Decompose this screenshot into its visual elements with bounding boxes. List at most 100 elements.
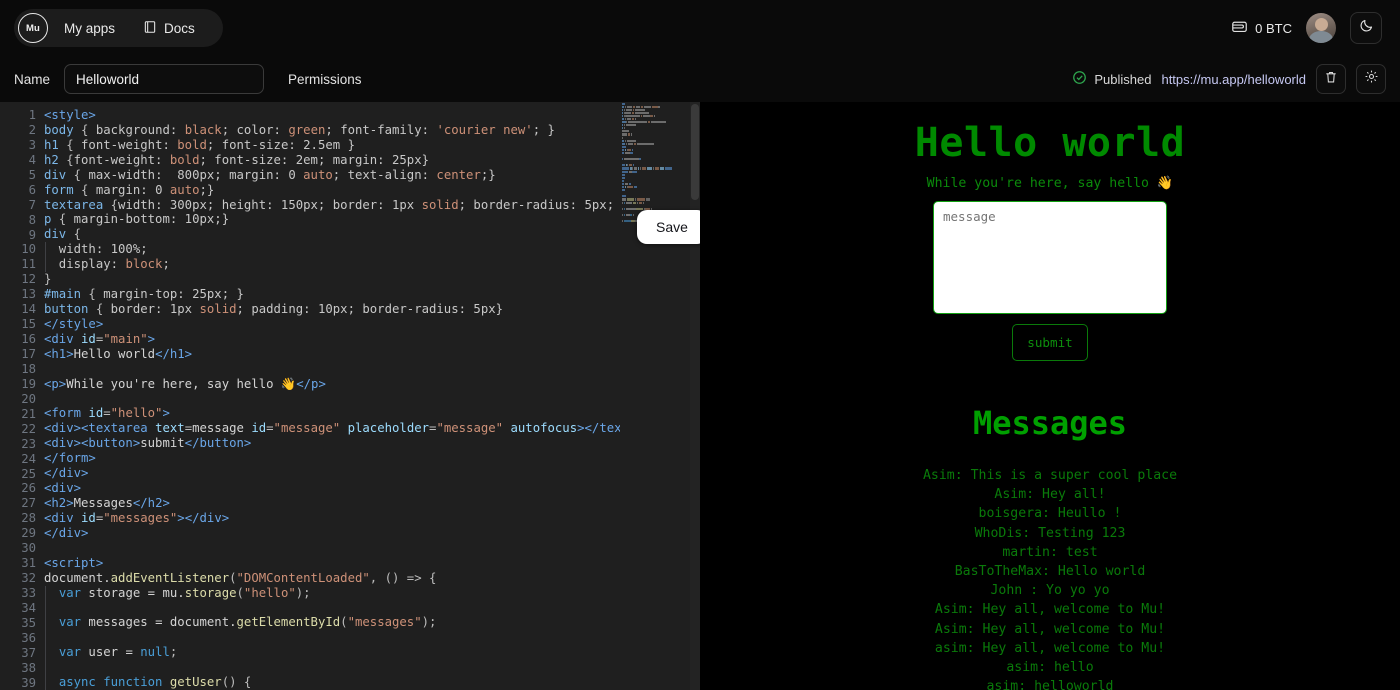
code-line[interactable]: <div><textarea text=message id="message"… bbox=[44, 421, 688, 436]
code-token: ( bbox=[340, 615, 348, 630]
code-line[interactable] bbox=[44, 660, 624, 675]
nav-item-docs[interactable]: Docs bbox=[131, 14, 207, 43]
line-number: 1 bbox=[28, 108, 36, 122]
code-line[interactable] bbox=[44, 362, 624, 377]
code-line[interactable]: div { max-width: 800px; margin: 0 auto; … bbox=[44, 168, 624, 183]
code-token: </p> bbox=[296, 376, 326, 391]
settings-button[interactable] bbox=[1356, 64, 1386, 94]
code-line[interactable]: <style> bbox=[44, 108, 624, 123]
avatar[interactable] bbox=[1306, 13, 1336, 43]
code-line[interactable]: async function getUser() { bbox=[44, 675, 624, 690]
mu-logo-icon[interactable]: Mu bbox=[18, 13, 48, 43]
code-line[interactable]: <div> bbox=[44, 481, 624, 496]
balance-label: 0 BTC bbox=[1255, 20, 1292, 36]
code-line[interactable]: div { bbox=[44, 227, 624, 242]
code-line[interactable]: </form> bbox=[44, 451, 624, 466]
code-line[interactable] bbox=[44, 600, 624, 616]
code-line[interactable]: document.addEventListener("DOMContentLoa… bbox=[44, 571, 624, 586]
scrollbar-thumb[interactable] bbox=[691, 104, 699, 200]
code-line[interactable]: width: 100%; bbox=[44, 242, 624, 258]
code-line[interactable]: </div> bbox=[44, 526, 624, 541]
code-editor-panel[interactable]: 1 2 3 4 5 6 7 8 9 10 11 12 13 14 15 16 17 18 19 20 21 22 23 24 2… bbox=[0, 102, 700, 690]
message-textarea[interactable] bbox=[933, 201, 1167, 314]
code-line[interactable]: <h1>Hello world</h1> bbox=[44, 347, 624, 362]
code-line[interactable]: #main { margin-top: 25px; } bbox=[44, 287, 624, 302]
code-line[interactable] bbox=[44, 630, 624, 646]
editor-vertical-scrollbar[interactable] bbox=[690, 102, 700, 690]
code-token: user = bbox=[81, 645, 141, 660]
code-token: margin-top: 25px; } bbox=[103, 287, 244, 302]
code-token: = bbox=[103, 406, 111, 421]
line-number: 11 bbox=[21, 257, 36, 272]
code-line[interactable] bbox=[44, 392, 624, 407]
line-number: 34 bbox=[21, 600, 36, 615]
code-token: { bbox=[88, 301, 111, 316]
code-line[interactable]: h2 {font-weight: bold; font-size: 2em; m… bbox=[44, 153, 624, 168]
code-line[interactable]: </style> bbox=[44, 317, 624, 332]
code-line[interactable]: <script> bbox=[44, 556, 624, 571]
code-line[interactable] bbox=[44, 541, 624, 556]
code-token: <div><textarea bbox=[44, 421, 156, 436]
code-token: ; bbox=[169, 645, 178, 660]
code-line[interactable]: } bbox=[44, 272, 624, 287]
code-line[interactable]: <h2>Messages</h2> bbox=[44, 496, 624, 511]
code-token: () { bbox=[221, 675, 252, 690]
code-token: border: 1px bbox=[110, 301, 200, 316]
code-token: = bbox=[184, 421, 193, 436]
editor-code-content[interactable]: <style> body { background: black; color: … bbox=[44, 108, 688, 690]
gear-icon bbox=[1364, 69, 1379, 89]
line-number: 13 bbox=[21, 287, 36, 302]
code-token: ; padding: 10px; border-radius: 5px} bbox=[236, 301, 504, 316]
message-item: Asim: Hey all, welcome to Mu! bbox=[934, 602, 1166, 618]
code-token: <div> bbox=[44, 481, 82, 496]
line-number: 27 bbox=[21, 496, 36, 511]
code-line[interactable]: <form id="hello"> bbox=[44, 406, 624, 421]
delete-app-button[interactable] bbox=[1316, 64, 1346, 94]
code-token: id bbox=[81, 510, 96, 525]
code-line[interactable]: form { margin: 0 auto;} bbox=[44, 183, 624, 198]
code-line[interactable]: p { margin-bottom: 10px;} bbox=[44, 212, 624, 227]
code-line[interactable]: var user = null; bbox=[44, 645, 624, 661]
save-button[interactable]: Save bbox=[637, 210, 700, 244]
code-line[interactable]: <p>While you're here, say hello 👋</p> bbox=[44, 377, 624, 392]
theme-toggle-button[interactable] bbox=[1350, 12, 1382, 44]
code-line[interactable]: <div><button>submit</button> bbox=[44, 436, 624, 451]
code-token: null bbox=[140, 645, 170, 660]
line-number: 2 bbox=[28, 122, 36, 137]
trash-icon bbox=[1324, 70, 1338, 89]
code-token: font-weight: bbox=[81, 137, 178, 152]
code-token: width: 300px; height: 150px; border: 1px bbox=[118, 197, 422, 212]
line-number: 21 bbox=[21, 406, 36, 421]
permissions-link[interactable]: Permissions bbox=[288, 72, 362, 87]
submit-button[interactable]: submit bbox=[1012, 324, 1088, 361]
app-preview-panel[interactable]: Hello world While you're here, say hello… bbox=[700, 102, 1400, 690]
code-line[interactable]: <div id="main"> bbox=[44, 332, 624, 347]
code-token: { bbox=[103, 197, 119, 212]
code-line[interactable]: button { border: 1px solid; padding: 10p… bbox=[44, 302, 624, 317]
wallet-balance[interactable]: 0 BTC bbox=[1231, 18, 1292, 38]
nav-item-my-apps[interactable]: My apps bbox=[52, 15, 127, 42]
code-token: > bbox=[147, 331, 156, 346]
code-line[interactable]: <div id="messages"></div> bbox=[44, 511, 624, 526]
editor-minimap[interactable] bbox=[620, 102, 690, 690]
code-line[interactable]: display: block; bbox=[44, 257, 624, 273]
code-token: text bbox=[155, 421, 185, 436]
code-token: = bbox=[266, 421, 274, 436]
code-line[interactable]: textarea {width: 300px; height: 150px; b… bbox=[44, 197, 688, 213]
published-url-link[interactable]: https://mu.app/helloworld bbox=[1161, 72, 1306, 87]
code-line[interactable]: var messages = document.getElementById("… bbox=[44, 615, 624, 631]
docs-label: Docs bbox=[164, 20, 195, 36]
line-number: 7 bbox=[28, 197, 36, 212]
code-line[interactable]: body { background: black; color: green; … bbox=[44, 123, 624, 138]
code-token: getElementById bbox=[236, 615, 341, 630]
app-name-input[interactable] bbox=[64, 64, 265, 94]
code-token: , () => { bbox=[369, 570, 437, 585]
code-token: form bbox=[44, 182, 74, 197]
code-line[interactable]: </div> bbox=[44, 466, 624, 481]
app-settings-bar: Name Permissions Published https://mu.ap… bbox=[0, 56, 1400, 102]
code-line[interactable]: h1 { font-weight: bold; font-size: 2.5em… bbox=[44, 138, 624, 153]
code-line[interactable]: var storage = mu.storage("hello"); bbox=[44, 585, 624, 601]
message-item: asim: hello bbox=[1006, 660, 1094, 676]
